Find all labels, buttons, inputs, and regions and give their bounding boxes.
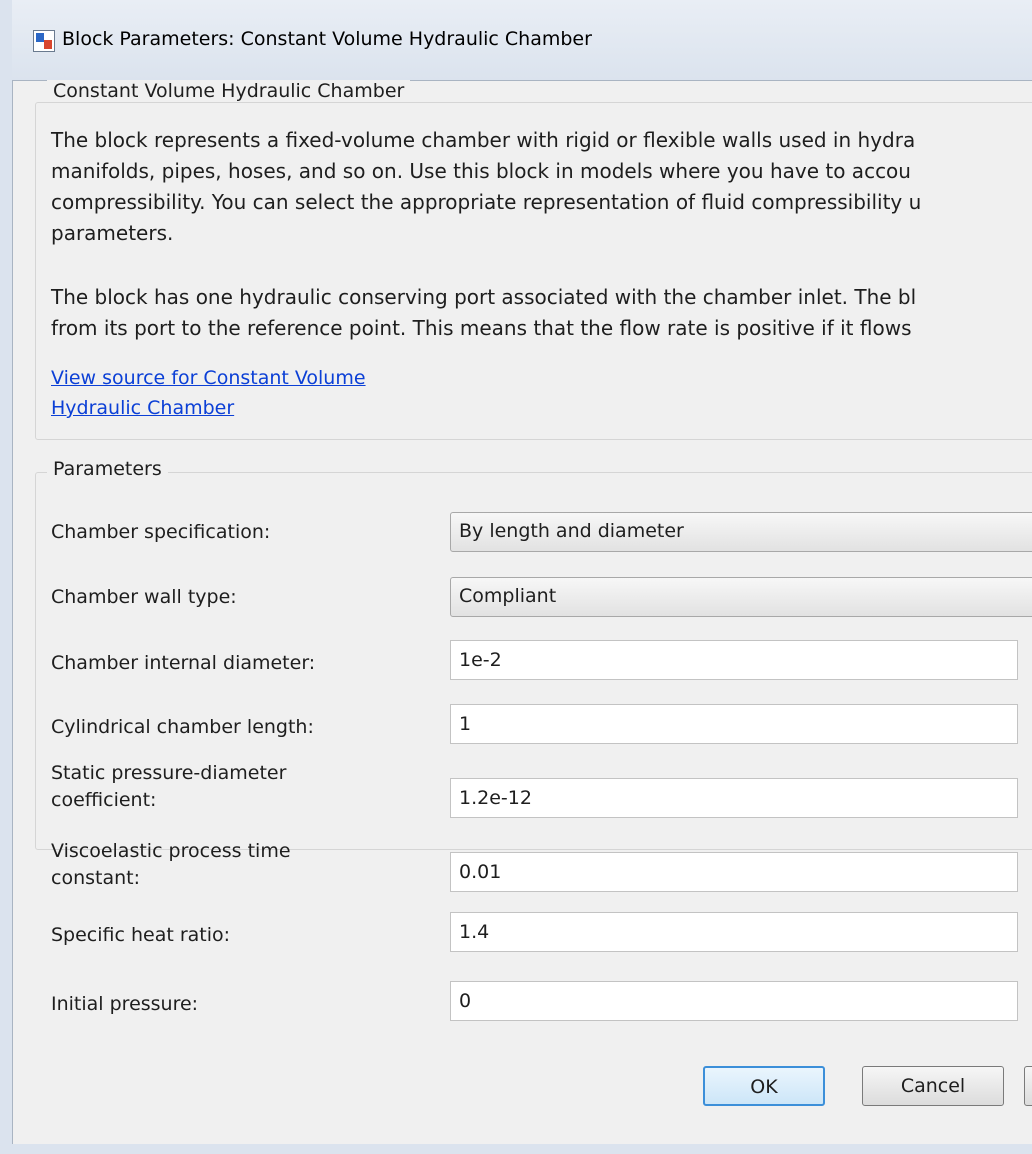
viscoelastic-label-line-2: constant:: [51, 867, 140, 889]
view-source-link-continued[interactable]: Hydraulic Chamber: [51, 397, 234, 419]
chamber-wall-type-dropdown[interactable]: Compliant: [450, 577, 1032, 617]
static-pressure-label-line-2: coefficient:: [51, 789, 157, 811]
cylindrical-chamber-length-label: Cylindrical chamber length:: [51, 716, 314, 738]
static-pressure-diameter-coefficient-input[interactable]: 1.2e-12: [450, 778, 1018, 818]
parameters-group-legend: Parameters: [47, 458, 168, 480]
window-title: Block Parameters: Constant Volume Hydrau…: [62, 28, 592, 50]
initial-pressure-label: Initial pressure:: [51, 993, 199, 1015]
specific-heat-ratio-input[interactable]: 1.4: [450, 912, 1018, 952]
description-group-legend: Constant Volume Hydraulic Chamber: [47, 80, 411, 102]
chamber-wall-type-label: Chamber wall type:: [51, 586, 237, 608]
static-pressure-label-line-1: Static pressure-diameter: [51, 762, 287, 784]
ok-button[interactable]: OK: [703, 1066, 825, 1106]
static-pressure-diameter-coefficient-label: Static pressure-diameter coefficient:: [51, 760, 286, 814]
initial-pressure-input[interactable]: 0: [450, 981, 1018, 1021]
help-button-partial[interactable]: [1024, 1066, 1032, 1106]
viscoelastic-time-constant-label: Viscoelastic process time constant:: [51, 838, 291, 892]
specific-heat-ratio-label: Specific heat ratio:: [51, 924, 231, 946]
chamber-specification-label: Chamber specification:: [51, 521, 271, 543]
chamber-internal-diameter-input[interactable]: 1e-2: [450, 640, 1018, 680]
viscoelastic-time-constant-input[interactable]: 0.01: [450, 852, 1018, 892]
chamber-specification-dropdown[interactable]: By length and diameter: [450, 512, 1032, 552]
cancel-button[interactable]: Cancel: [862, 1066, 1004, 1106]
title-bar[interactable]: Block Parameters: Constant Volume Hydrau…: [0, 0, 1032, 80]
simulink-block-icon: [33, 30, 55, 52]
cylindrical-chamber-length-input[interactable]: 1: [450, 704, 1018, 744]
view-source-link[interactable]: View source for Constant Volume: [51, 367, 366, 389]
description-line-4: parameters.: [51, 221, 174, 245]
viscoelastic-label-line-1: Viscoelastic process time: [51, 840, 291, 862]
block-parameters-dialog: Block Parameters: Constant Volume Hydrau…: [0, 0, 1032, 1154]
description-line-2: manifolds, pipes, hoses, and so on. Use …: [51, 159, 911, 183]
description-line-3: compressibility. You can select the appr…: [51, 190, 922, 214]
description-line-6: from its port to the reference point. Th…: [51, 316, 912, 340]
chamber-internal-diameter-label: Chamber internal diameter:: [51, 652, 316, 674]
description-line-1: The block represents a fixed-volume cham…: [51, 128, 916, 152]
description-line-5: The block has one hydraulic conserving p…: [51, 285, 917, 309]
